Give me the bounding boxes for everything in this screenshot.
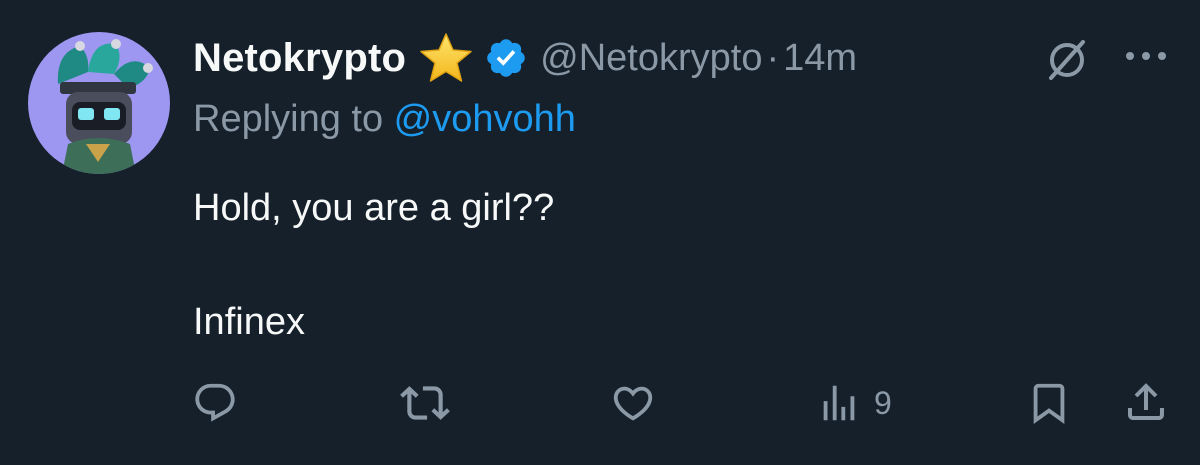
reply-icon xyxy=(192,380,238,426)
retweet-button[interactable] xyxy=(400,378,450,428)
replying-to-label: Replying to xyxy=(193,98,394,140)
verified-icon[interactable] xyxy=(484,36,528,80)
reply-button[interactable] xyxy=(192,380,238,426)
analytics-icon xyxy=(816,380,862,426)
share-icon xyxy=(1122,378,1170,426)
heart-icon xyxy=(610,380,656,426)
replying-to-mention[interactable]: @vohvohh xyxy=(394,98,576,140)
replying-to: Replying to @vohvohh xyxy=(193,98,576,141)
like-button[interactable] xyxy=(610,380,656,426)
timestamp[interactable]: 14m xyxy=(783,37,857,80)
separator-dot: · xyxy=(766,36,780,79)
views-count: 9 xyxy=(874,384,892,421)
views-button[interactable]: 9 xyxy=(816,380,892,426)
bookmark-button[interactable] xyxy=(1026,380,1072,426)
tweet-header: Netokrypto @Netokrypto · 14m xyxy=(193,30,857,86)
slashed-circle-icon[interactable] xyxy=(1043,36,1091,84)
retweet-icon xyxy=(400,378,450,428)
bookmark-icon xyxy=(1026,380,1072,426)
star-icon xyxy=(418,32,474,84)
display-name[interactable]: Netokrypto xyxy=(193,36,406,81)
author-handle[interactable]: @Netokrypto xyxy=(540,37,762,80)
tweet-text: Hold, you are a girl?? Infinex xyxy=(193,187,555,343)
share-button[interactable] xyxy=(1122,378,1170,426)
avatar[interactable] xyxy=(28,32,170,174)
more-options-icon[interactable] xyxy=(1120,44,1172,68)
